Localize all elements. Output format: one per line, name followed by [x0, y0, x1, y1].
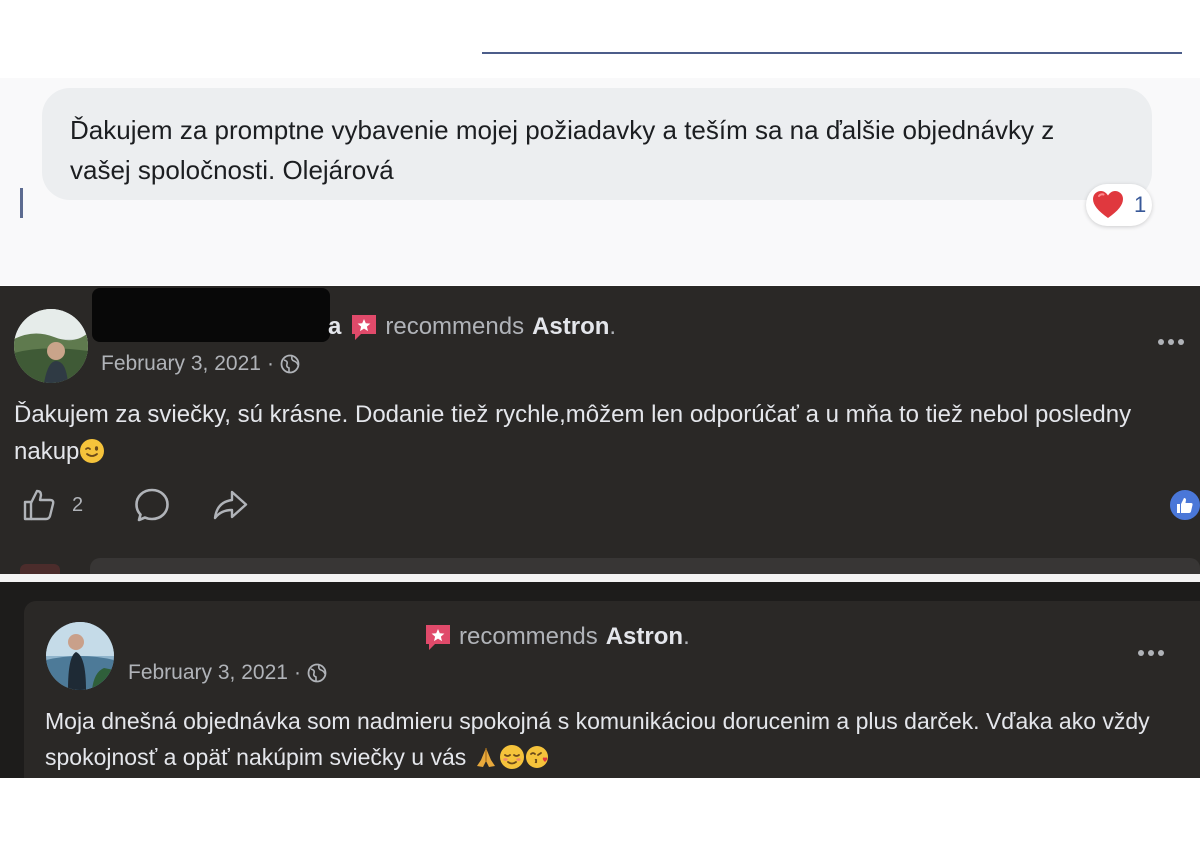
section-gap [0, 574, 1200, 582]
comment-icon[interactable] [133, 486, 171, 524]
more-options-icon[interactable] [1158, 339, 1184, 345]
review-header: recommends Astron . [423, 622, 690, 652]
post-meta: February 3, 2021 · [101, 352, 300, 376]
recommends-label: recommends [459, 623, 598, 650]
kiss-emoji [525, 746, 548, 768]
avatar[interactable] [14, 309, 88, 383]
header-period: . [683, 623, 690, 650]
like-icon[interactable] [20, 486, 58, 524]
reply-box-edge [90, 558, 1200, 574]
globe-icon [307, 663, 327, 683]
post-date[interactable]: February 3, 2021 [101, 352, 261, 376]
post-date[interactable]: February 3, 2021 [128, 661, 288, 685]
post-meta: February 3, 2021 · [128, 661, 327, 685]
divider-line [482, 52, 1182, 54]
message-text: Ďakujem za promptne vybavenie mojej poži… [70, 115, 1055, 185]
review-text-content: Ďakujem za sviečky, sú krásne. Dodanie t… [14, 401, 1132, 465]
message-bubble[interactable]: Ďakujem za promptne vybavenie mojej poži… [42, 88, 1152, 200]
wink-emoji [80, 439, 105, 463]
screenshot-collage: Ďakujem za promptne vybavenie mojej poži… [0, 0, 1200, 858]
share-icon[interactable] [211, 486, 249, 524]
like-reaction-icon[interactable] [1168, 488, 1200, 522]
recommends-label: recommends [385, 313, 525, 340]
like-count: 2 [72, 493, 84, 516]
reviewer-name[interactable]: a [328, 313, 341, 341]
header-period: . [609, 313, 617, 340]
page-name-link[interactable]: Astron [606, 623, 683, 651]
reaction-count: 1 [1134, 192, 1147, 217]
review-text: Moja dnešná objednávka som nadmieru spok… [45, 703, 1195, 775]
avatar[interactable] [46, 622, 114, 690]
meta-separator: · [293, 661, 301, 684]
reaction-badge[interactable]: 1 [1086, 184, 1152, 226]
folded-hands-emoji [476, 748, 495, 767]
review-text: Ďakujem za sviečky, sú krásne. Dodanie t… [14, 396, 1184, 470]
meta-separator: · [266, 352, 274, 375]
scroll-edge-marker [20, 188, 23, 218]
bottom-margin [0, 778, 1200, 858]
heart-icon [1093, 191, 1123, 218]
avatar-edge [20, 564, 60, 574]
review-header: a recommends Astron . [328, 312, 616, 342]
more-options-icon[interactable] [1138, 650, 1164, 656]
page-name-link[interactable]: Astron [532, 313, 609, 341]
recommend-icon [352, 315, 377, 340]
review-text-content: Moja dnešná objednávka som nadmieru spok… [45, 708, 1150, 770]
message-section: Ďakujem za promptne vybavenie mojej poži… [0, 0, 1200, 285]
post-actions: 2 [20, 486, 249, 524]
redacted-name [92, 288, 330, 342]
recommend-icon [426, 625, 450, 650]
globe-icon [280, 354, 300, 374]
relieved-emoji [499, 745, 524, 769]
